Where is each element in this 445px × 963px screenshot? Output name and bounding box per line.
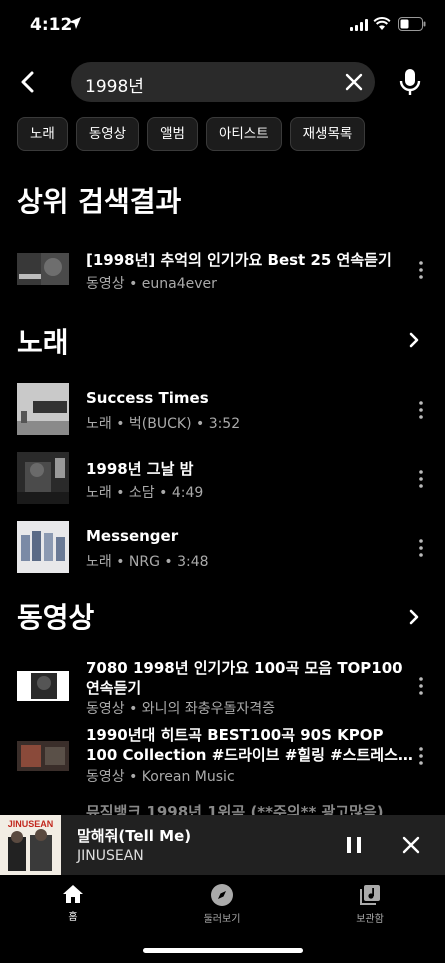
more-options-icon[interactable]	[417, 400, 425, 420]
now-playing-artist: JINUSEAN	[77, 848, 144, 864]
home-icon	[63, 885, 83, 903]
tab-library[interactable]: 보관함	[320, 883, 420, 925]
album-art	[17, 521, 69, 573]
clear-search-icon[interactable]	[343, 71, 365, 93]
song-subtitle: 노래 • 소담 • 4:49	[86, 485, 204, 501]
chip-albums[interactable]: 앨범	[147, 117, 198, 151]
top-result-subtitle: 동영상 • euna4ever	[86, 276, 217, 292]
now-playing-title: 말해줘(Tell Me)	[77, 827, 192, 845]
chevron-right-icon[interactable]	[405, 608, 423, 626]
section-title-songs[interactable]: 노래	[17, 321, 69, 361]
video-item[interactable]: 1990년대 히트곡 BEST100곡 90S KPOP 100 Collect…	[0, 724, 445, 792]
chip-videos[interactable]: 동영상	[75, 117, 140, 151]
top-result-title: [1998년] 추억의 인기가요 Best 25 연속듣기	[86, 251, 392, 269]
section-title-top-result: 상위 검색결과	[17, 185, 182, 218]
microphone-icon[interactable]	[396, 66, 424, 98]
video-title-line-1: 1990년대 히트곡 BEST100곡 90S KPOP	[86, 726, 384, 744]
more-options-icon[interactable]	[417, 538, 425, 558]
tab-library-label: 보관함	[356, 914, 384, 925]
song-title: Messenger	[86, 527, 179, 545]
song-subtitle: 노래 • 벅(BUCK) • 3:52	[86, 416, 241, 432]
cellular-signal-icon	[350, 19, 368, 31]
mini-player[interactable]: JINUSEAN 말해줘(Tell Me) JINUSEAN	[0, 815, 445, 875]
video-thumbnail	[17, 671, 69, 701]
back-arrow-icon	[21, 71, 34, 93]
chevron-right-icon[interactable]	[405, 331, 423, 349]
video-title-line-2: 100 Collection #드라이브 #힐링 #스트레스…	[86, 746, 413, 764]
video-item[interactable]: 7080 1998년 인기가요 100곡 모음 TOP100 연속듣기 동영상 …	[0, 652, 445, 720]
search-bar[interactable]: 1998년	[71, 62, 375, 102]
close-icon[interactable]	[400, 834, 422, 856]
now-playing-album-art: JINUSEAN	[0, 815, 61, 875]
chip-songs[interactable]: 노래	[17, 117, 68, 151]
search-input[interactable]: 1998년	[85, 72, 144, 97]
wifi-icon	[373, 17, 391, 30]
song-item[interactable]: Success Times 노래 • 벅(BUCK) • 3:52	[0, 380, 445, 440]
top-result-item[interactable]: [1998년] 추억의 인기가요 Best 25 연속듣기 동영상 • euna…	[0, 240, 445, 300]
back-button[interactable]	[14, 66, 40, 98]
song-item[interactable]: 1998년 그날 밤 노래 • 소담 • 4:49	[0, 449, 445, 509]
album-art	[17, 383, 69, 435]
home-indicator	[143, 948, 303, 953]
more-options-icon[interactable]	[417, 746, 425, 766]
album-art-logo: JINUSEAN	[8, 819, 54, 829]
video-item[interactable]: 뮤직뱅크 1998년 1위곡 (**주의** 광고많음)	[0, 796, 445, 815]
filter-chips: 노래 동영상 앨범 아티스트 재생목록	[17, 117, 366, 151]
status-time: 4:12	[30, 15, 73, 35]
tab-home[interactable]: 홈	[23, 883, 123, 923]
compass-icon	[211, 884, 233, 906]
song-subtitle: 노래 • NRG • 3:48	[86, 554, 209, 570]
location-arrow-icon	[69, 17, 81, 29]
more-options-icon[interactable]	[417, 676, 425, 696]
song-item[interactable]: Messenger 노래 • NRG • 3:48	[0, 518, 445, 578]
battery-icon	[398, 17, 426, 31]
tab-explore[interactable]: 둘러보기	[172, 883, 272, 925]
video-title-line-2: 연속듣기	[86, 679, 142, 697]
video-thumbnail	[17, 741, 69, 771]
video-thumbnail	[17, 253, 69, 285]
library-icon	[360, 885, 380, 905]
pause-icon[interactable]	[344, 834, 364, 856]
more-options-icon[interactable]	[417, 469, 425, 489]
chip-playlists[interactable]: 재생목록	[289, 117, 366, 151]
song-title: Success Times	[86, 389, 209, 407]
more-options-icon[interactable]	[417, 260, 425, 280]
tab-home-label: 홈	[68, 912, 78, 923]
song-title: 1998년 그날 밤	[86, 460, 194, 478]
video-title-line-1: 7080 1998년 인기가요 100곡 모음 TOP100	[86, 659, 403, 677]
section-title-videos[interactable]: 동영상	[17, 596, 94, 636]
video-subtitle: 동영상 • Korean Music	[86, 769, 235, 785]
video-subtitle: 동영상 • 와니의 좌충우돌자격증	[86, 701, 276, 717]
tab-explore-label: 둘러보기	[203, 914, 241, 925]
chip-artists[interactable]: 아티스트	[205, 117, 282, 151]
status-bar: 4:12	[0, 0, 445, 52]
album-art	[17, 452, 69, 504]
video-title-line-1: 뮤직뱅크 1998년 1위곡 (**주의** 광고많음)	[86, 803, 384, 815]
